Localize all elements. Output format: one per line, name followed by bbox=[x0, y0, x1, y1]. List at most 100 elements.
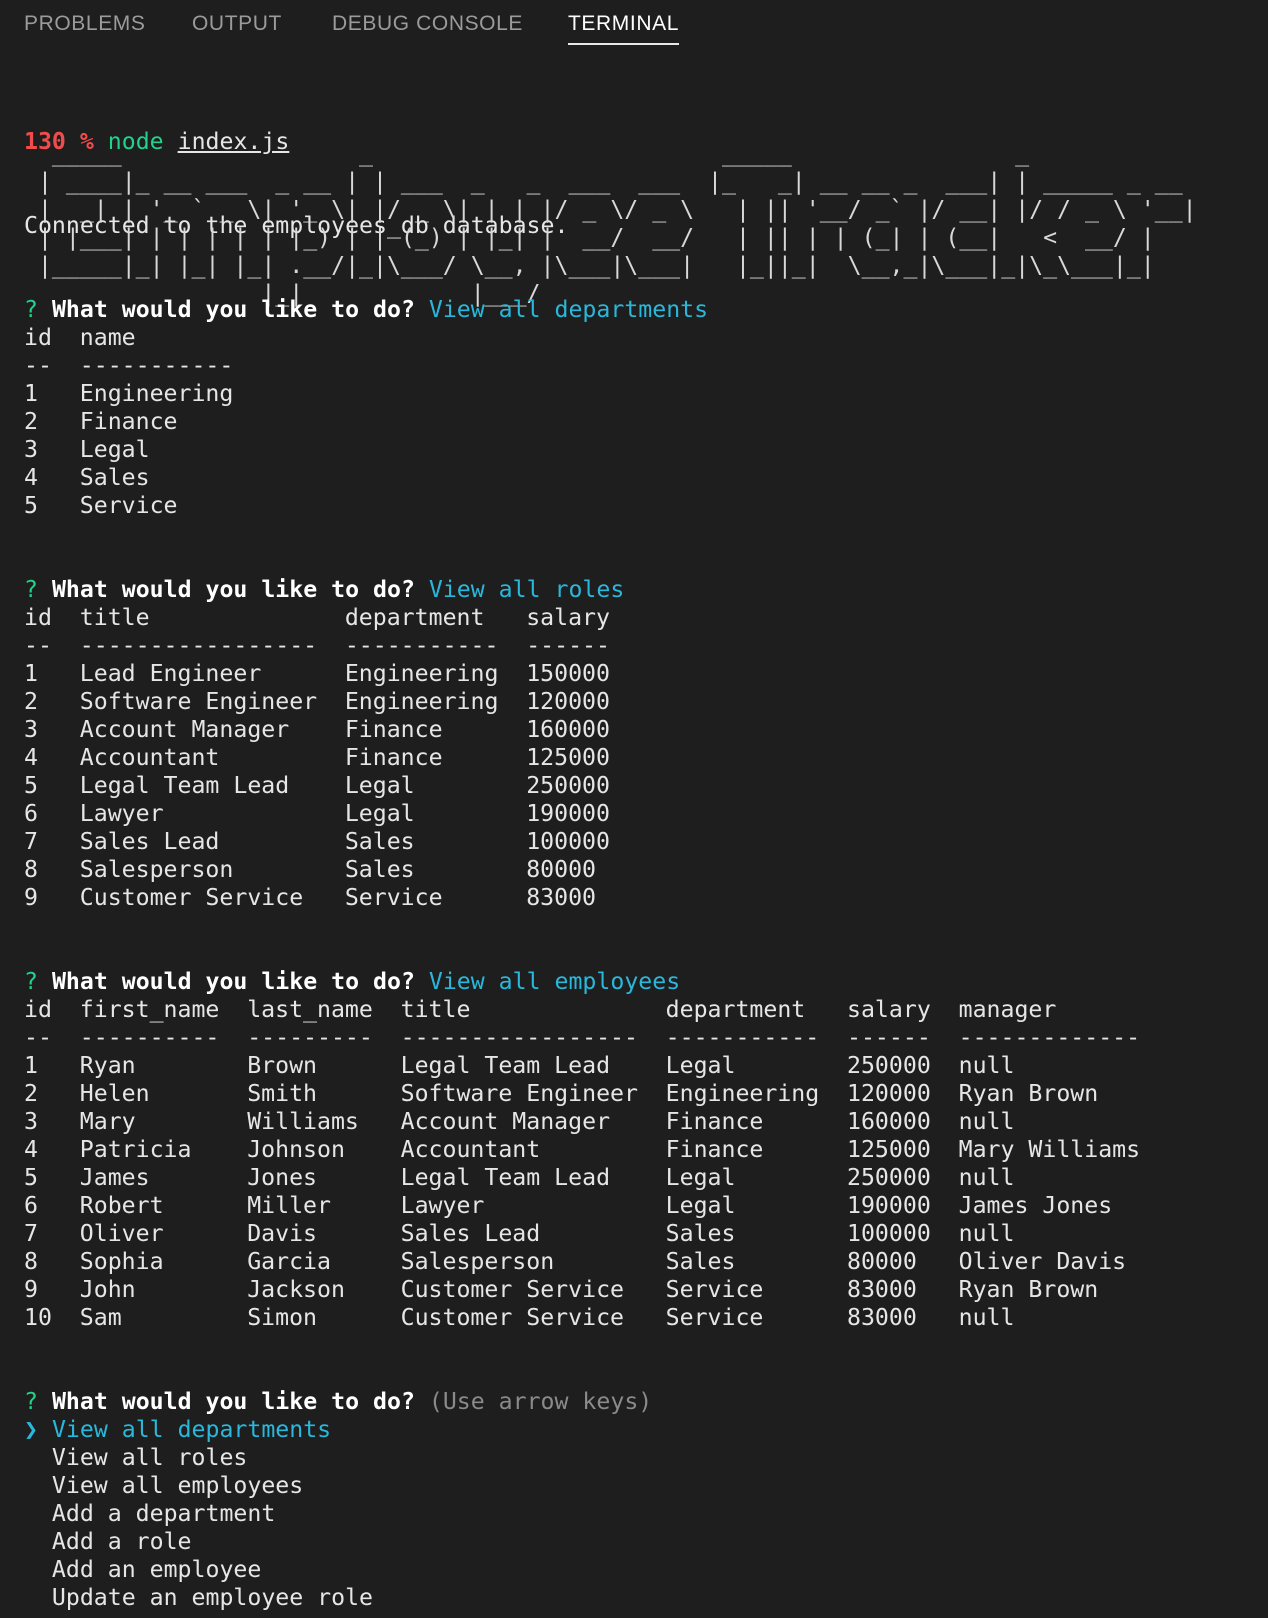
roles-table-cell: Service bbox=[344, 884, 443, 911]
roles-table-cell: 6 bbox=[24, 800, 38, 827]
employees-table-cell: Customer Service bbox=[400, 1276, 624, 1303]
employees-table-cell: James bbox=[79, 1164, 150, 1191]
tab-output[interactable]: OUTPUT bbox=[192, 12, 282, 43]
employees-table-cell: Sam bbox=[79, 1304, 122, 1331]
employees-table-cell: -- bbox=[24, 1024, 52, 1051]
employees-table-cell: Jackson bbox=[247, 1276, 345, 1303]
menu-item-row[interactable]: Add a department bbox=[24, 1500, 1154, 1528]
prompt-answer: View all employees bbox=[428, 968, 681, 995]
employees-table-cell: ----------- bbox=[665, 1024, 820, 1051]
prompt-question: What would you like to do? bbox=[51, 1388, 415, 1415]
departments-table-header-row: id name bbox=[24, 324, 1154, 352]
menu-item-row[interactable]: Update an employee role bbox=[24, 1584, 1154, 1612]
departments-table-separator-row: -- ----------- bbox=[24, 352, 1154, 380]
employees-table-cell: Davis bbox=[247, 1220, 317, 1247]
departments-table-cell: 5 bbox=[24, 492, 38, 519]
employees-table-row: 1 Ryan Brown Legal Team Lead Legal 250000 null bbox=[24, 1052, 1154, 1080]
employees-table-cell: 120000 bbox=[847, 1080, 931, 1107]
employees-table-cell: 83000 bbox=[847, 1276, 917, 1303]
employees-table-cell: Mary bbox=[79, 1108, 136, 1135]
employees-table-cell: 160000 bbox=[847, 1108, 931, 1135]
employees-table-cell: Finance bbox=[665, 1136, 764, 1163]
question-mark-icon: ? bbox=[24, 296, 38, 323]
employees-table-cell: Williams bbox=[247, 1108, 359, 1135]
employees-table-cell: Oliver Davis bbox=[958, 1248, 1127, 1275]
employees-table-cell: null bbox=[958, 1164, 1015, 1191]
employees-table-cell: 7 bbox=[24, 1220, 38, 1247]
menu-item[interactable]: View all roles bbox=[52, 1444, 247, 1471]
roles-table-cell: Lead Engineer bbox=[79, 660, 262, 687]
prompt-line: ? What would you like to do? (Use arrow … bbox=[24, 1388, 1154, 1416]
employees-table-cell: Software Engineer bbox=[400, 1080, 638, 1107]
employees-table-cell: 80000 bbox=[847, 1248, 917, 1275]
employees-table-cell: Robert bbox=[79, 1192, 164, 1219]
employees-table-cell: last_name bbox=[247, 996, 373, 1023]
roles-table-cell: 250000 bbox=[526, 772, 610, 799]
ascii-art-line: | |___| | | | | | |_) | | (_) | |_| | __… bbox=[24, 224, 1197, 251]
roles-table-cell: title bbox=[79, 604, 150, 631]
employees-table-cell: Service bbox=[665, 1304, 764, 1331]
tab-terminal[interactable]: TERMINAL bbox=[568, 12, 679, 45]
employees-table-header-row: id first_name last_name title department sala… bbox=[24, 996, 1154, 1024]
employees-table-cell: Patricia bbox=[79, 1136, 192, 1163]
departments-table-cell: Service bbox=[79, 492, 178, 519]
menu-item[interactable]: View all employees bbox=[52, 1472, 303, 1499]
menu-item-row[interactable]: View all roles bbox=[24, 1444, 1154, 1472]
departments-table-cell: name bbox=[79, 324, 136, 351]
menu-item-row[interactable]: View all employees bbox=[24, 1472, 1154, 1500]
roles-table-cell: Sales bbox=[344, 856, 415, 883]
employees-table-cell: 100000 bbox=[847, 1220, 931, 1247]
employees-table-cell: 250000 bbox=[847, 1164, 931, 1191]
employees-table-cell: 4 bbox=[24, 1136, 38, 1163]
roles-table-row: 3 Account Manager Finance 160000 bbox=[24, 716, 1154, 744]
ascii-art-banner: _____ _ _____ _ | ____|_ __ ___ _ __ | |… bbox=[24, 140, 1225, 308]
roles-table-cell: Lawyer bbox=[79, 800, 164, 827]
tab-debug-console[interactable]: DEBUG CONSOLE bbox=[332, 12, 523, 43]
employees-table-cell: Legal bbox=[665, 1192, 736, 1219]
tab-problems[interactable]: PROBLEMS bbox=[24, 12, 146, 43]
employees-table-cell: 9 bbox=[24, 1276, 38, 1303]
roles-table-cell: Finance bbox=[344, 744, 443, 771]
departments-table-row: 2 Finance bbox=[24, 408, 1154, 436]
roles-table-cell: Legal Team Lead bbox=[79, 772, 290, 799]
roles-table-row: 5 Legal Team Lead Legal 250000 bbox=[24, 772, 1154, 800]
employees-table-cell: Ryan Brown bbox=[958, 1080, 1099, 1107]
employees-table-row: 2 Helen Smith Software Engineer Engineering 1… bbox=[24, 1080, 1154, 1108]
menu-item[interactable]: Add an employee bbox=[52, 1556, 261, 1583]
roles-table-row: 1 Lead Engineer Engineering 150000 bbox=[24, 660, 1154, 688]
employees-table-cell: Sophia bbox=[79, 1248, 164, 1275]
departments-table-cell: ----------- bbox=[79, 352, 234, 379]
menu-item[interactable]: Update an employee role bbox=[52, 1584, 373, 1611]
roles-table-cell: Engineering bbox=[344, 660, 499, 687]
employees-table-cell: Simon bbox=[247, 1304, 317, 1331]
ascii-art-line: | ____|_ __ ___ _ __ | | ___ _ _ ___ ___… bbox=[24, 168, 1197, 195]
menu-item[interactable]: View all departments bbox=[52, 1416, 331, 1443]
panel-tab-bar: PROBLEMS OUTPUT DEBUG CONSOLE TERMINAL bbox=[0, 0, 1268, 48]
employees-table-cell: 83000 bbox=[847, 1304, 917, 1331]
employees-table-row: 4 Patricia Johnson Accountant Finance 125000 M… bbox=[24, 1136, 1154, 1164]
menu-item-row[interactable]: ❯ View all departments bbox=[24, 1416, 1154, 1444]
roles-table-cell: 125000 bbox=[526, 744, 610, 771]
roles-table-cell: 9 bbox=[24, 884, 38, 911]
employees-table-cell: null bbox=[958, 1052, 1015, 1079]
roles-table-row: 7 Sales Lead Sales 100000 bbox=[24, 828, 1154, 856]
departments-table-row: 1 Engineering bbox=[24, 380, 1154, 408]
menu-item[interactable]: Add a department bbox=[52, 1500, 275, 1527]
employees-table-cell: Johnson bbox=[247, 1136, 345, 1163]
departments-table-cell: Sales bbox=[79, 464, 150, 491]
employees-table-cell: Legal bbox=[665, 1164, 736, 1191]
employees-table-cell: 1 bbox=[24, 1052, 38, 1079]
departments-table-row: 3 Legal bbox=[24, 436, 1154, 464]
roles-table-cell: Account Manager bbox=[79, 716, 290, 743]
menu-item-row[interactable]: Add a role bbox=[24, 1528, 1154, 1556]
employees-table-cell: Helen bbox=[79, 1080, 150, 1107]
roles-table-row: 4 Accountant Finance 125000 bbox=[24, 744, 1154, 772]
employees-table-cell: title bbox=[400, 996, 471, 1023]
employees-table-cell: Legal Team Lead bbox=[400, 1052, 611, 1079]
menu-item[interactable]: Add a role bbox=[52, 1528, 192, 1555]
roles-table-cell: Engineering bbox=[344, 688, 499, 715]
employees-table-cell: Engineering bbox=[665, 1080, 820, 1107]
employees-table-cell: 8 bbox=[24, 1248, 38, 1275]
menu-item-row[interactable]: Add an employee bbox=[24, 1556, 1154, 1584]
employees-table-cell: 5 bbox=[24, 1164, 38, 1191]
